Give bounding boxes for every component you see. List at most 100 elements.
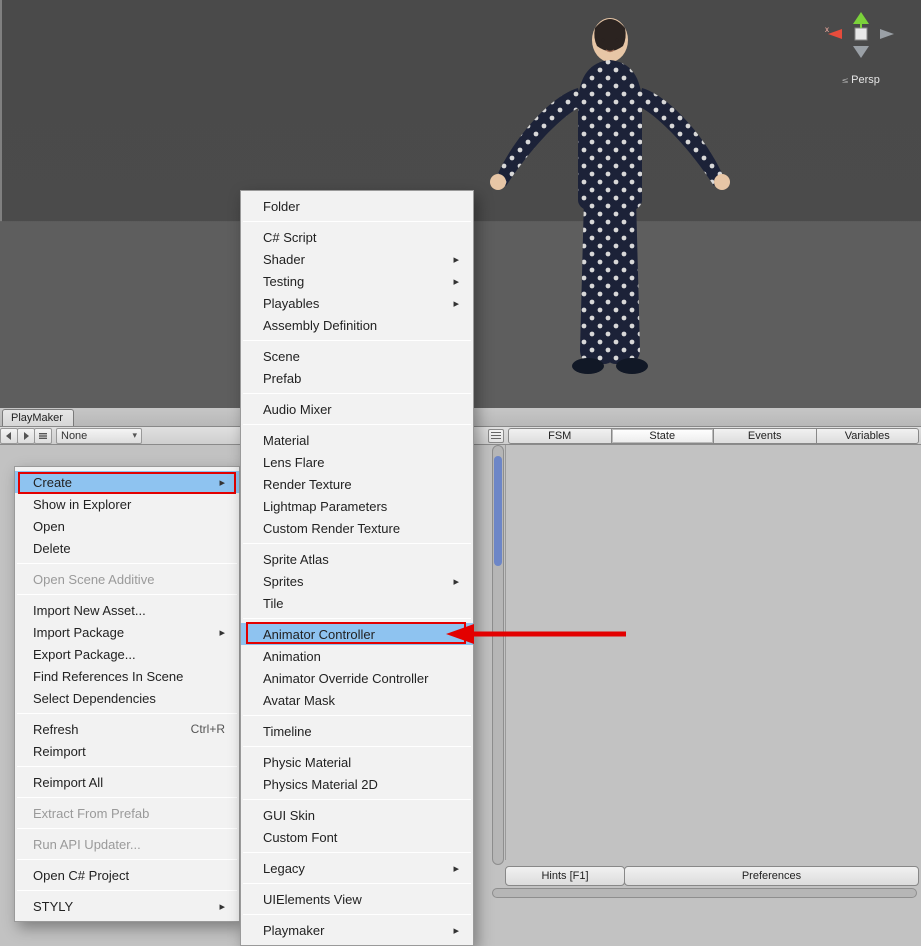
context-menu-item[interactable]: Import Package (15, 621, 239, 643)
context-menu-item-label: Export Package... (33, 647, 136, 662)
context-submenu-item-label: Animation (263, 649, 321, 664)
context-submenu-item[interactable]: Lens Flare (241, 451, 473, 473)
context-submenu-separator (243, 746, 471, 747)
context-submenu-item[interactable]: Custom Render Texture (241, 517, 473, 539)
context-menu-item-label: Open Scene Additive (33, 572, 154, 587)
context-menu-item: Open Scene Additive (15, 568, 239, 590)
context-submenu-separator (243, 914, 471, 915)
hints-button[interactable]: Hints [F1] (505, 866, 625, 886)
context-submenu-item-label: Legacy (263, 861, 305, 876)
context-submenu-item-label: Sprite Atlas (263, 552, 329, 567)
context-menu-item[interactable]: Import New Asset... (15, 599, 239, 621)
context-submenu-item[interactable]: Tile (241, 592, 473, 614)
context-submenu-item-label: Folder (263, 199, 300, 214)
context-submenu-item-label: Custom Font (263, 830, 337, 845)
context-submenu-item[interactable]: Prefab (241, 367, 473, 389)
options-button[interactable] (488, 429, 504, 443)
context-submenu-separator (243, 393, 471, 394)
context-submenu-separator (243, 799, 471, 800)
fsm-dropdown-value: None (61, 430, 87, 442)
context-submenu-item-label: Playables (263, 296, 319, 311)
context-menu-item[interactable]: STYLY (15, 895, 239, 917)
context-submenu-item-label: Assembly Definition (263, 318, 377, 333)
context-submenu-item[interactable]: Playables (241, 292, 473, 314)
context-menu-item-label: Show in Explorer (33, 497, 131, 512)
context-submenu-item[interactable]: Audio Mixer (241, 398, 473, 420)
context-menu[interactable]: Create Show in Explorer OpenDelete Open Sce… (14, 466, 240, 922)
nav-fwd-button[interactable] (17, 428, 35, 444)
context-submenu-separator (243, 852, 471, 853)
context-submenu-item[interactable]: Assembly Definition (241, 314, 473, 336)
context-menu-item[interactable]: Show in Explorer (15, 493, 239, 515)
context-submenu-item[interactable]: Sprite Atlas (241, 548, 473, 570)
context-menu-item-label: Refresh (33, 722, 79, 737)
inspector-body (505, 445, 919, 860)
context-submenu-item[interactable]: Shader (241, 248, 473, 270)
context-submenu-item[interactable]: Material (241, 429, 473, 451)
context-submenu-item-label: C# Script (263, 230, 316, 245)
context-submenu-separator (243, 618, 471, 619)
context-submenu-item[interactable]: Lightmap Parameters (241, 495, 473, 517)
context-submenu-item-label: Sprites (263, 574, 303, 589)
context-submenu-item[interactable]: Legacy (241, 857, 473, 879)
tab-fsm[interactable]: FSM (508, 428, 612, 444)
nav-list-button[interactable] (34, 428, 52, 444)
context-submenu-item[interactable]: Playmaker (241, 919, 473, 941)
context-submenu-item[interactable]: Animator Override Controller (241, 667, 473, 689)
context-submenu-item[interactable]: UIElements View (241, 888, 473, 910)
context-menu-separator (17, 713, 237, 714)
inspector-tabs: FSM State Events Variables (508, 428, 919, 444)
inspector-bottom-bar: Hints [F1] Preferences (505, 866, 919, 886)
context-submenu-item[interactable]: C# Script (241, 226, 473, 248)
context-submenu-item[interactable]: GUI Skin (241, 804, 473, 826)
context-menu-item[interactable]: Open (15, 515, 239, 537)
context-submenu-item[interactable]: Physic Material (241, 751, 473, 773)
context-submenu-item[interactable]: Testing (241, 270, 473, 292)
fsm-dropdown[interactable]: None ▾ (56, 428, 142, 444)
context-submenu-create[interactable]: Folder C# Script Shader Testing Playables Ass… (240, 190, 474, 946)
context-submenu-item-label: Timeline (263, 724, 312, 739)
context-menu-item[interactable]: Select Dependencies (15, 687, 239, 709)
context-submenu-item[interactable]: Avatar Mask (241, 689, 473, 711)
context-submenu-separator (243, 543, 471, 544)
context-menu-item-label: Extract From Prefab (33, 806, 149, 821)
context-menu-item[interactable]: Export Package... (15, 643, 239, 665)
context-menu-item[interactable]: Reimport All (15, 771, 239, 793)
context-submenu-item-label: Testing (263, 274, 304, 289)
context-menu-item[interactable]: Create (15, 471, 239, 493)
context-submenu-item-label: Playmaker (263, 923, 324, 938)
nav-back-button[interactable] (0, 428, 18, 444)
context-submenu-separator (243, 340, 471, 341)
tab-playmaker[interactable]: PlayMaker (2, 409, 74, 426)
context-submenu-item-label: Lens Flare (263, 455, 324, 470)
scrollbar-thumb[interactable] (494, 456, 502, 566)
tab-events[interactable]: Events (713, 428, 817, 444)
context-submenu-item[interactable]: Folder (241, 195, 473, 217)
context-submenu-item[interactable]: Scene (241, 345, 473, 367)
context-submenu-item[interactable]: Sprites (241, 570, 473, 592)
context-submenu-item-label: Avatar Mask (263, 693, 335, 708)
context-submenu-item[interactable]: Timeline (241, 720, 473, 742)
context-submenu-separator (243, 883, 471, 884)
context-submenu-item[interactable]: Physics Material 2D (241, 773, 473, 795)
orientation-gizmo[interactable]: x Persp (816, 10, 906, 100)
context-menu-item[interactable]: Delete (15, 537, 239, 559)
graph-scrollbar[interactable] (492, 445, 504, 865)
context-menu-item[interactable]: RefreshCtrl+R (15, 718, 239, 740)
context-menu-item[interactable]: Find References In Scene (15, 665, 239, 687)
context-menu-item[interactable]: Reimport (15, 740, 239, 762)
context-menu-item: Extract From Prefab (15, 802, 239, 824)
inspector-scrollbar[interactable] (492, 888, 917, 898)
context-submenu-item-label: Prefab (263, 371, 301, 386)
tab-state[interactable]: State (611, 428, 715, 444)
context-submenu-item-label: Audio Mixer (263, 402, 332, 417)
tab-variables[interactable]: Variables (816, 428, 920, 444)
preferences-button[interactable]: Preferences (624, 866, 919, 886)
context-submenu-item-label: GUI Skin (263, 808, 315, 823)
context-menu-separator (17, 859, 237, 860)
context-menu-item[interactable]: Open C# Project (15, 864, 239, 886)
context-submenu-item[interactable]: Animation (241, 645, 473, 667)
context-submenu-item[interactable]: Custom Font (241, 826, 473, 848)
context-submenu-item[interactable]: Render Texture (241, 473, 473, 495)
context-submenu-item[interactable]: Animator Controller (241, 623, 473, 645)
